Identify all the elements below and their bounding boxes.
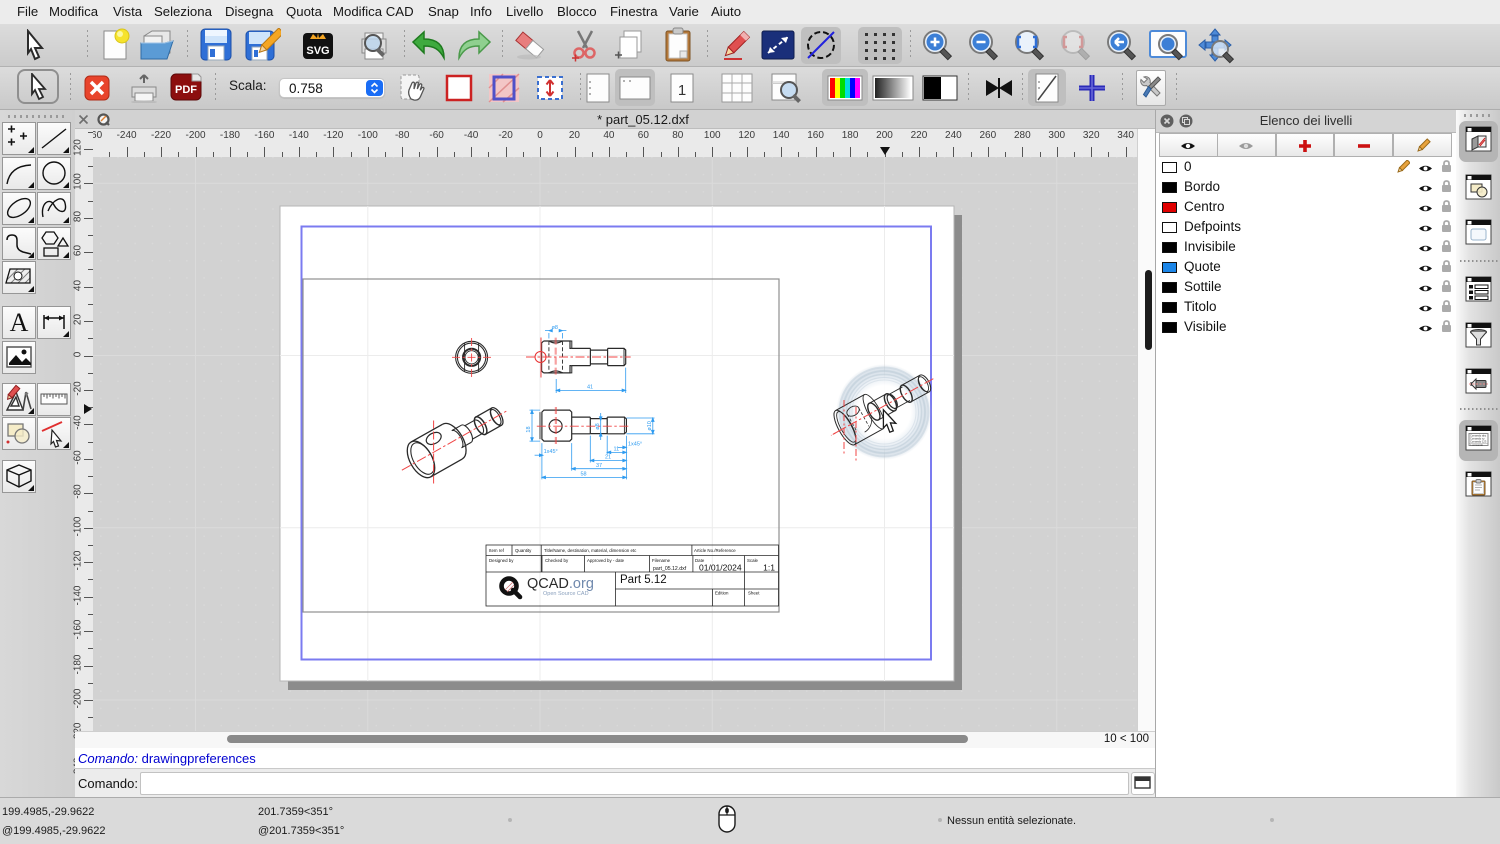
svg-text:Quantity: Quantity	[515, 548, 532, 553]
svg-text:Open Source CAD: Open Source CAD	[543, 591, 589, 597]
svg-text:Sheet: Sheet	[748, 591, 760, 596]
svg-text:Filename: Filename	[652, 558, 671, 563]
svg-text:37: 37	[596, 463, 602, 469]
svg-text:> comando: > comando	[1470, 443, 1483, 447]
svg-text:Comando 123: Comando 123	[1470, 440, 1487, 444]
svg-text:ø10: ø10	[647, 421, 653, 430]
svg-text:Designed by: Designed by	[489, 558, 514, 563]
svg-text:Checked by: Checked by	[545, 558, 569, 563]
svg-text:Article No./Reference: Article No./Reference	[694, 548, 736, 553]
svg-text:Scale: Scale	[747, 558, 759, 563]
svg-text:11: 11	[614, 447, 620, 453]
svg-text:Approved by - date: Approved by - date	[587, 558, 625, 563]
svg-text:01/01/2024: 01/01/2024	[699, 563, 742, 573]
svg-text:part_05.12.dxf: part_05.12.dxf	[653, 566, 687, 572]
svg-text:PDF: PDF	[175, 84, 197, 96]
svg-text:1: 1	[678, 82, 686, 99]
svg-text:1x45°: 1x45°	[544, 449, 558, 455]
svg-text:21: 21	[605, 455, 611, 461]
svg-text:58: 58	[581, 472, 587, 478]
svg-text:41: 41	[587, 384, 593, 390]
svg-text:Part 5.12: Part 5.12	[620, 574, 667, 586]
svg-text:QCAD.org: QCAD.org	[527, 576, 594, 592]
svg-text:A: A	[9, 308, 28, 337]
svg-text:Edition: Edition	[715, 591, 729, 596]
svg-text:ø8: ø8	[595, 423, 601, 429]
svg-text:SVG: SVG	[306, 45, 329, 57]
svg-text:ø8: ø8	[552, 325, 558, 331]
svg-text:Title/Name, destination, mater: Title/Name, destination, material, dimen…	[544, 548, 637, 553]
svg-text:1x45°: 1x45°	[628, 441, 642, 447]
svg-text:18: 18	[526, 426, 532, 432]
svg-text:1:1: 1:1	[763, 563, 775, 573]
svg-text:Item ref: Item ref	[489, 548, 505, 553]
